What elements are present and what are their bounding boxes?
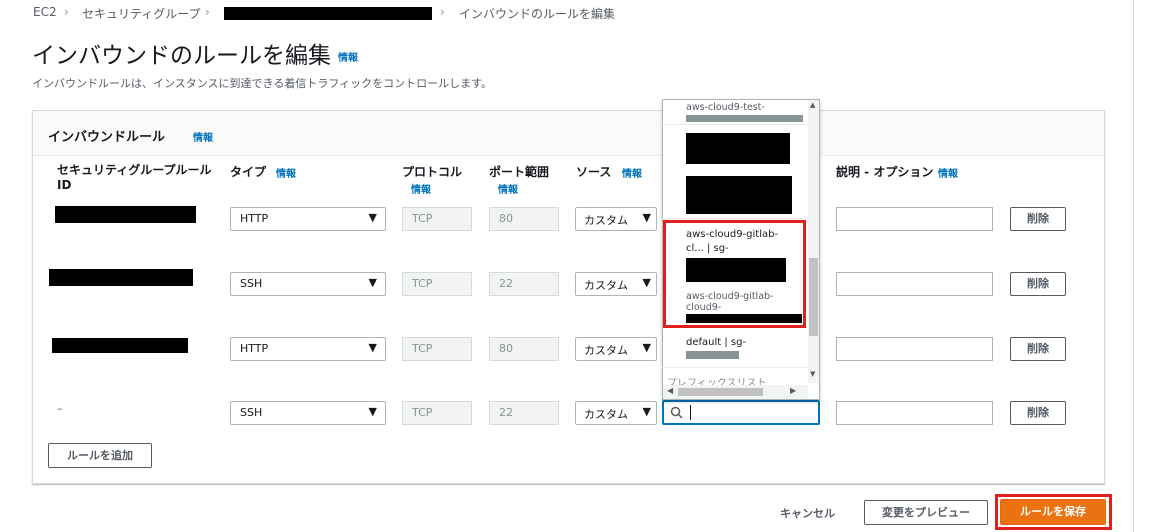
type-select[interactable]: HTTP ▼ (230, 207, 386, 231)
description-input[interactable] (836, 337, 993, 361)
protocol-field: TCP (402, 337, 472, 361)
dropdown-item-desc: cloud9- (686, 302, 722, 313)
description-input[interactable] (836, 272, 993, 296)
dropdown-item-label[interactable]: aws-cloud9-test- (686, 102, 765, 114)
scroll-thumb[interactable] (678, 388, 763, 396)
col-type-info[interactable]: 情報 (276, 165, 296, 180)
port-field: 22 (489, 272, 559, 296)
redacted-sg-id (686, 258, 786, 282)
breadcrumb-current: インバウンドのルールを編集 (459, 7, 616, 21)
source-value: カスタム (584, 344, 628, 357)
chevron-right-icon: › (205, 5, 210, 19)
source-select[interactable]: カスタム ▼ (575, 401, 657, 425)
caret-down-icon: ▼ (642, 341, 651, 354)
delete-button[interactable]: 削除 (1010, 207, 1066, 231)
redacted-rule-id (55, 206, 196, 223)
divider (662, 124, 808, 125)
redacted-sg-id (686, 351, 739, 359)
chevron-right-icon: › (440, 5, 445, 19)
save-rules-button[interactable]: ルールを保存 (1000, 499, 1106, 525)
description-input[interactable] (836, 207, 993, 231)
breadcrumb-ec2[interactable]: EC2 (33, 5, 57, 19)
delete-button[interactable]: 削除 (1010, 401, 1066, 425)
caret-down-icon: ▼ (642, 276, 651, 289)
chevron-right-icon: › (64, 5, 69, 19)
col-source: ソース (576, 165, 612, 179)
dropdown-horizontal-scrollbar[interactable]: ◀ ▶ (663, 385, 808, 399)
col-rule-id: セキュリティグループルール ID (57, 163, 212, 192)
source-value: カスタム (584, 408, 628, 421)
col-port-info[interactable]: 情報 (498, 181, 518, 196)
dropdown-item-label: aws-cloud9-gitlab- (686, 229, 779, 240)
protocol-field: TCP (402, 272, 472, 296)
protocol-field: TCP (402, 401, 472, 425)
port-field: 80 (489, 207, 559, 231)
dropdown-item-label: cl... | sg- (686, 243, 729, 254)
redacted-sg-id (686, 115, 803, 122)
source-search-input[interactable] (662, 400, 820, 425)
frame-divider (1133, 0, 1134, 532)
cancel-button[interactable]: キャンセル (780, 505, 835, 521)
delete-button[interactable]: 削除 (1010, 337, 1066, 361)
scroll-up-icon[interactable]: ▲ (810, 101, 815, 109)
divider (662, 367, 808, 368)
type-value: SSH (240, 277, 263, 290)
dropdown-vertical-scrollbar[interactable]: ▲ ▼ (808, 100, 819, 383)
rule-id-empty: – (57, 402, 63, 415)
description-input[interactable] (836, 401, 993, 425)
redacted-text (686, 314, 802, 323)
type-select[interactable]: SSH ▼ (230, 401, 386, 425)
type-select[interactable]: HTTP ▼ (230, 337, 386, 361)
page-description: インバウンドルールは、インスタンスに到達できる着信トラフィックをコントロールしま… (32, 77, 493, 90)
search-icon (670, 406, 683, 419)
col-source-info[interactable]: 情報 (622, 165, 642, 180)
source-value: カスタム (584, 279, 628, 292)
port-field: 80 (489, 337, 559, 361)
col-type: タイプ (230, 165, 267, 179)
col-port: ポート範囲 (489, 165, 550, 179)
col-protocol: プロトコル (402, 165, 463, 179)
divider (662, 218, 808, 219)
scroll-thumb[interactable] (809, 258, 818, 336)
source-value: カスタム (584, 214, 628, 227)
col-description: 説明 - オプション (836, 165, 934, 179)
type-select[interactable]: SSH ▼ (230, 272, 386, 296)
delete-button[interactable]: 削除 (1010, 272, 1066, 296)
source-select[interactable]: カスタム ▼ (575, 337, 657, 361)
caret-down-icon: ▼ (642, 211, 651, 224)
type-value: HTTP (240, 212, 269, 225)
redacted-rule-id (52, 338, 188, 353)
caret-down-icon: ▼ (368, 405, 377, 418)
panel-info-link[interactable]: 情報 (193, 129, 213, 144)
text-cursor (690, 405, 691, 420)
source-select[interactable]: カスタム ▼ (575, 207, 657, 231)
title-info-link[interactable]: 情報 (338, 49, 358, 64)
scroll-down-icon[interactable]: ▼ (810, 370, 815, 378)
scroll-right-icon[interactable]: ▶ (790, 386, 796, 395)
redacted-dropdown-item (686, 176, 792, 214)
breadcrumb-security-groups[interactable]: セキュリティグループ (82, 5, 201, 22)
add-rule-button[interactable]: ルールを追加 (48, 443, 152, 468)
page-title: インバウンドのルールを編集 (32, 43, 331, 69)
caret-down-icon: ▼ (642, 405, 651, 418)
scroll-left-icon[interactable]: ◀ (667, 386, 673, 395)
preview-changes-button[interactable]: 変更をプレビュー (864, 500, 988, 525)
port-field: 22 (489, 401, 559, 425)
redacted-dropdown-item (686, 133, 790, 164)
col-protocol-info[interactable]: 情報 (411, 181, 431, 196)
type-value: HTTP (240, 342, 269, 355)
caret-down-icon: ▼ (368, 276, 377, 289)
panel-title: インバウンドルール (48, 130, 166, 145)
col-description-info[interactable]: 情報 (938, 165, 958, 180)
source-select[interactable]: カスタム ▼ (575, 272, 657, 296)
caret-down-icon: ▼ (368, 211, 377, 224)
dropdown-item-default[interactable]: default | sg- (686, 337, 746, 349)
type-value: SSH (240, 406, 263, 419)
caret-down-icon: ▼ (368, 341, 377, 354)
redacted-sg-id (224, 7, 432, 20)
redacted-rule-id (49, 269, 193, 286)
protocol-field: TCP (402, 207, 472, 231)
